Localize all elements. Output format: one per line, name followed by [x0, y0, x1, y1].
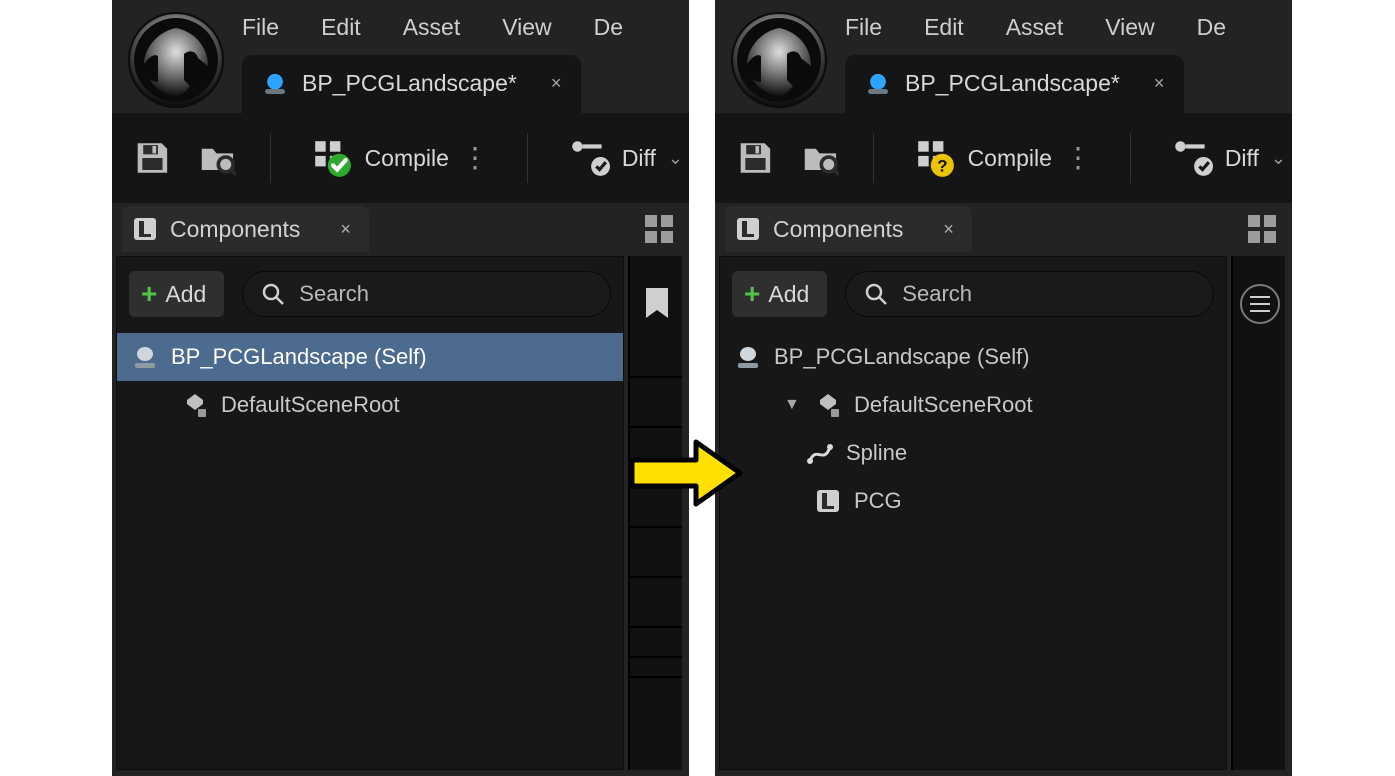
search-icon — [864, 282, 888, 306]
menu-file[interactable]: File — [242, 0, 279, 41]
compile-options-icon[interactable]: ⋮ — [1064, 152, 1090, 163]
search-placeholder: Search — [299, 281, 369, 307]
tree-self-label: BP_PCGLandscape (Self) — [774, 344, 1030, 370]
tree-row-self[interactable]: BP_PCGLandscape (Self) — [720, 333, 1226, 381]
menu-view[interactable]: View — [502, 0, 551, 41]
compile-label: Compile — [365, 145, 449, 172]
compile-ok-icon — [311, 137, 353, 179]
blueprint-asset-icon — [865, 70, 891, 96]
bookmark-icon[interactable] — [642, 286, 672, 320]
grid-view-icon[interactable] — [1246, 213, 1278, 245]
tree-row-scene-root[interactable]: DefaultSceneRoot — [117, 381, 623, 429]
asset-tab[interactable]: BP_PCGLandscape* × — [845, 55, 1184, 111]
tree-root-label: DefaultSceneRoot — [854, 392, 1033, 418]
search-icon — [261, 282, 285, 306]
components-tab-close-icon[interactable]: × — [943, 219, 954, 240]
tab-close-icon[interactable]: × — [1154, 73, 1165, 94]
blueprint-asset-icon — [262, 70, 288, 96]
compile-button[interactable]: ? Compile ⋮ — [908, 131, 1096, 185]
expand-triangle-icon[interactable]: ▼ — [784, 396, 802, 414]
component-search-input[interactable]: Search — [242, 271, 611, 317]
save-icon[interactable] — [134, 137, 171, 179]
tree-self-label: BP_PCGLandscape (Self) — [171, 344, 427, 370]
tree-root-label: DefaultSceneRoot — [221, 392, 400, 418]
menu-asset[interactable]: Asset — [1006, 0, 1064, 41]
menu-edit[interactable]: Edit — [321, 0, 361, 41]
tree-row-self[interactable]: BP_PCGLandscape (Self) — [117, 333, 623, 381]
diff-caret-icon[interactable]: ⌄ — [1271, 148, 1286, 169]
diff-icon — [568, 137, 610, 179]
components-panel-tab[interactable]: Components × — [122, 206, 369, 252]
menu-debug[interactable]: De — [1197, 0, 1226, 41]
spline-icon — [806, 439, 834, 467]
diff-caret-icon[interactable]: ⌄ — [668, 148, 683, 169]
menu-debug[interactable]: De — [594, 0, 623, 41]
diff-button[interactable]: Diff ⌄ — [1165, 131, 1292, 185]
plus-icon: + — [744, 280, 760, 308]
hamburger-menu-icon[interactable] — [1240, 284, 1280, 324]
comparison-arrow-icon — [626, 436, 746, 510]
svg-text:?: ? — [937, 157, 947, 176]
components-tab-close-icon[interactable]: × — [340, 219, 351, 240]
diff-label: Diff — [622, 145, 656, 172]
tree-row-spline[interactable]: Spline — [720, 429, 1226, 477]
menu-file[interactable]: File — [845, 0, 882, 41]
tree-row-scene-root[interactable]: ▼ DefaultSceneRoot — [720, 381, 1226, 429]
add-component-button[interactable]: + Add — [129, 271, 224, 317]
add-label: Add — [768, 281, 809, 308]
add-component-button[interactable]: + Add — [732, 271, 827, 317]
save-icon[interactable] — [737, 137, 774, 179]
components-panel-title: Components — [170, 216, 300, 243]
tree-row-pcg[interactable]: PCG — [720, 477, 1226, 525]
plus-icon: + — [141, 280, 157, 308]
browse-icon[interactable] — [199, 137, 236, 179]
asset-tab[interactable]: BP_PCGLandscape* × — [242, 55, 581, 111]
tab-close-icon[interactable]: × — [551, 73, 562, 94]
compile-warning-icon: ? — [914, 137, 956, 179]
menu-asset[interactable]: Asset — [403, 0, 461, 41]
browse-icon[interactable] — [802, 137, 839, 179]
diff-button[interactable]: Diff ⌄ — [562, 131, 689, 185]
diff-label: Diff — [1225, 145, 1259, 172]
component-search-input[interactable]: Search — [845, 271, 1214, 317]
asset-tab-title: BP_PCGLandscape* — [905, 70, 1120, 97]
components-icon — [735, 216, 761, 242]
add-label: Add — [165, 281, 206, 308]
compile-options-icon[interactable]: ⋮ — [461, 152, 487, 163]
actor-self-icon — [734, 343, 762, 371]
components-panel-title: Components — [773, 216, 903, 243]
components-panel-tab[interactable]: Components × — [725, 206, 972, 252]
grid-view-icon[interactable] — [643, 213, 675, 245]
scene-root-icon — [181, 391, 209, 419]
components-icon — [132, 216, 158, 242]
asset-tab-title: BP_PCGLandscape* — [302, 70, 517, 97]
search-placeholder: Search — [902, 281, 972, 307]
tree-spline-label: Spline — [846, 440, 907, 466]
compile-button[interactable]: Compile ⋮ — [305, 131, 493, 185]
menu-edit[interactable]: Edit — [924, 0, 964, 41]
scene-root-icon — [814, 391, 842, 419]
menu-view[interactable]: View — [1105, 0, 1154, 41]
pcg-component-icon — [814, 487, 842, 515]
tree-pcg-label: PCG — [854, 488, 902, 514]
diff-icon — [1171, 137, 1213, 179]
compile-label: Compile — [968, 145, 1052, 172]
actor-self-icon — [131, 343, 159, 371]
